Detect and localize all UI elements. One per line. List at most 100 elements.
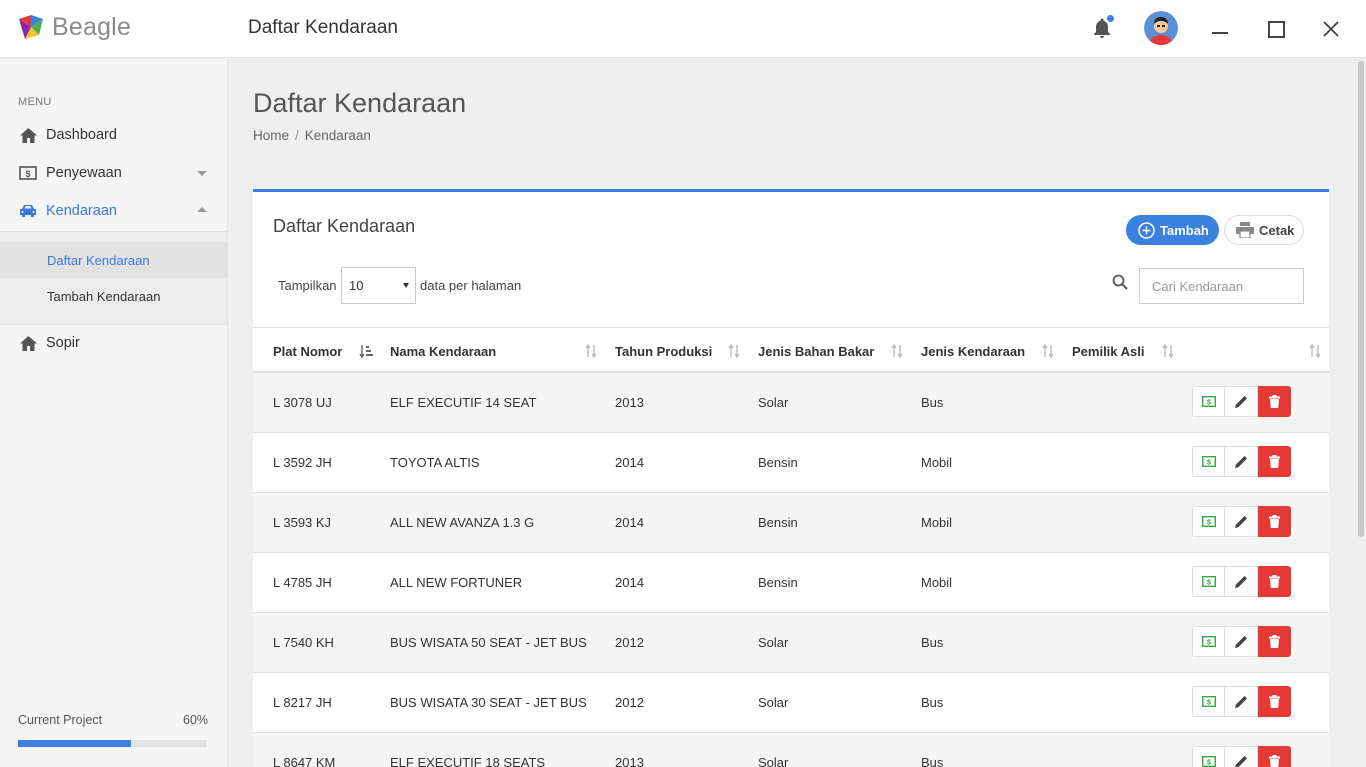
breadcrumb-home[interactable]: Home <box>253 128 289 143</box>
submenu-item-daftar-kendaraan[interactable]: Daftar Kendaraan <box>0 242 227 278</box>
column-header-plat-nomor[interactable]: Plat Nomor <box>273 344 342 359</box>
row-actions: $ <box>1192 566 1291 597</box>
cell-jenis-kendaraan: Bus <box>921 695 944 710</box>
cell-jenis-bahan-bakar: Solar <box>758 755 789 767</box>
sidebar-item-sopir[interactable]: Sopir <box>0 325 227 361</box>
breadcrumb: Home / Kendaraan <box>253 128 371 143</box>
table-row[interactable]: L 4785 JH ALL NEW FORTUNER 2014 Bensin M… <box>253 553 1329 613</box>
page-size-select[interactable]: 10 <box>341 267 416 304</box>
sort-icon[interactable] <box>1161 344 1175 358</box>
rent-button[interactable]: $ <box>1192 386 1225 417</box>
rent-button[interactable]: $ <box>1192 506 1225 537</box>
money-icon: $ <box>1201 756 1216 767</box>
minimize-button[interactable] <box>1205 14 1235 44</box>
cell-jenis-bahan-bakar: Bensin <box>758 515 798 530</box>
cell-plat-nomor: L 3593 KJ <box>273 515 332 530</box>
delete-button[interactable] <box>1258 566 1291 597</box>
sort-icon[interactable] <box>1041 344 1055 358</box>
rent-button[interactable]: $ <box>1192 746 1225 767</box>
cell-plat-nomor: L 8647 KM <box>273 755 336 767</box>
edit-button[interactable] <box>1225 566 1258 597</box>
sort-icon[interactable] <box>584 344 598 358</box>
brand-name: Beagle <box>52 13 132 41</box>
table-row[interactable]: L 8647 KM ELF EXECUTIF 18 SEATS 2013 Sol… <box>253 733 1329 767</box>
cell-nama-kendaraan: ALL NEW FORTUNER <box>390 575 523 590</box>
cell-jenis-bahan-bakar: Solar <box>758 395 789 410</box>
delete-button[interactable] <box>1258 626 1291 657</box>
cell-jenis-kendaraan: Mobil <box>921 575 953 590</box>
delete-button[interactable] <box>1258 386 1291 417</box>
project-progress-fill <box>18 740 132 747</box>
top-bar: Beagle Daftar Kendaraan <box>0 0 1366 58</box>
trash-icon <box>1268 635 1280 648</box>
maximize-button[interactable] <box>1261 14 1291 44</box>
search-input[interactable] <box>1139 268 1304 304</box>
column-header-nama-kendaraan[interactable]: Nama Kendaraan <box>390 344 496 359</box>
table-row[interactable]: L 8217 JH BUS WISATA 30 SEAT - JET BUS 2… <box>253 673 1329 733</box>
column-header-jenis-kendaraan[interactable]: Jenis Kendaraan <box>921 344 1025 359</box>
table-row[interactable]: L 7540 KH BUS WISATA 50 SEAT - JET BUS 2… <box>253 613 1329 673</box>
pencil-icon <box>1234 756 1247 767</box>
cell-nama-kendaraan: ELF EXECUTIF 14 SEAT <box>390 395 537 410</box>
sidebar-item-penyewaan[interactable]: $ Penyewaan <box>0 155 227 191</box>
column-header-tahun-produksi[interactable]: Tahun Produksi <box>615 344 712 359</box>
column-header-pemilik-asli[interactable]: Pemilik Asli <box>1072 344 1145 359</box>
money-icon: $ <box>1201 576 1216 587</box>
cell-plat-nomor: L 3592 JH <box>273 455 332 470</box>
rent-button[interactable]: $ <box>1192 566 1225 597</box>
add-vehicle-label: Tambah <box>1160 222 1209 238</box>
delete-button[interactable] <box>1258 446 1291 477</box>
scrollbar-thumb[interactable] <box>1358 61 1364 537</box>
cell-plat-nomor: L 3078 UJ <box>273 395 332 410</box>
project-label: Current Project <box>18 713 103 727</box>
cell-plat-nomor: L 8217 JH <box>273 695 332 710</box>
column-header-jenis-bahan-bakar[interactable]: Jenis Bahan Bakar <box>758 344 874 359</box>
home-icon <box>18 125 38 145</box>
delete-button[interactable] <box>1258 686 1291 717</box>
sort-icon[interactable] <box>1308 344 1322 358</box>
user-avatar[interactable] <box>1144 11 1178 45</box>
cell-jenis-kendaraan: Bus <box>921 635 944 650</box>
page-scrollbar[interactable] <box>1356 59 1366 767</box>
show-entries-label: Tampilkan <box>278 278 337 293</box>
menu-label: MENU <box>18 96 52 108</box>
sidebar-item-label: Kendaraan <box>46 203 117 219</box>
edit-button[interactable] <box>1225 506 1258 537</box>
pencil-icon <box>1234 636 1247 648</box>
breadcrumb-current: Kendaraan <box>304 128 371 143</box>
table-row[interactable]: L 3592 JH TOYOTA ALTIS 2014 Bensin Mobil… <box>253 433 1329 493</box>
svg-text:$: $ <box>1206 398 1211 407</box>
rent-button[interactable]: $ <box>1192 626 1225 657</box>
per-page-label: data per halaman <box>420 278 522 293</box>
window-title: Daftar Kendaraan <box>248 17 398 38</box>
rent-button[interactable]: $ <box>1192 686 1225 717</box>
sort-asc-icon[interactable] <box>359 344 373 358</box>
delete-button[interactable] <box>1258 506 1291 537</box>
vehicle-list-card: Daftar Kendaraan Tambah Cetak Tampilkan … <box>253 189 1329 767</box>
edit-button[interactable] <box>1225 626 1258 657</box>
add-vehicle-button[interactable]: Tambah <box>1126 215 1219 245</box>
edit-button[interactable] <box>1225 746 1258 767</box>
car-icon <box>18 201 38 221</box>
edit-button[interactable] <box>1225 446 1258 477</box>
minimize-icon <box>1212 32 1228 34</box>
edit-button[interactable] <box>1225 386 1258 417</box>
delete-button[interactable] <box>1258 746 1291 767</box>
submenu-item-tambah-kendaraan[interactable]: Tambah Kendaraan <box>0 278 227 314</box>
sidebar-item-label: Penyewaan <box>46 165 122 181</box>
print-label: Cetak <box>1259 222 1295 238</box>
rent-button[interactable]: $ <box>1192 446 1225 477</box>
edit-button[interactable] <box>1225 686 1258 717</box>
sort-icon[interactable] <box>727 344 741 358</box>
sort-icon[interactable] <box>890 344 904 358</box>
close-button[interactable] <box>1316 14 1346 44</box>
cell-nama-kendaraan: BUS WISATA 30 SEAT - JET BUS <box>390 695 587 710</box>
sidebar-item-dashboard[interactable]: Dashboard <box>0 117 227 153</box>
sidebar-item-kendaraan[interactable]: Kendaraan <box>0 193 227 229</box>
cell-jenis-bahan-bakar: Bensin <box>758 455 798 470</box>
kendaraan-submenu: Daftar Kendaraan Tambah Kendaraan <box>0 231 227 325</box>
table-row[interactable]: L 3593 KJ ALL NEW AVANZA 1.3 G 2014 Bens… <box>253 493 1329 553</box>
breadcrumb-separator: / <box>295 128 299 143</box>
table-row[interactable]: L 3078 UJ ELF EXECUTIF 14 SEAT 2013 Sola… <box>253 373 1329 433</box>
print-button[interactable]: Cetak <box>1224 215 1304 245</box>
